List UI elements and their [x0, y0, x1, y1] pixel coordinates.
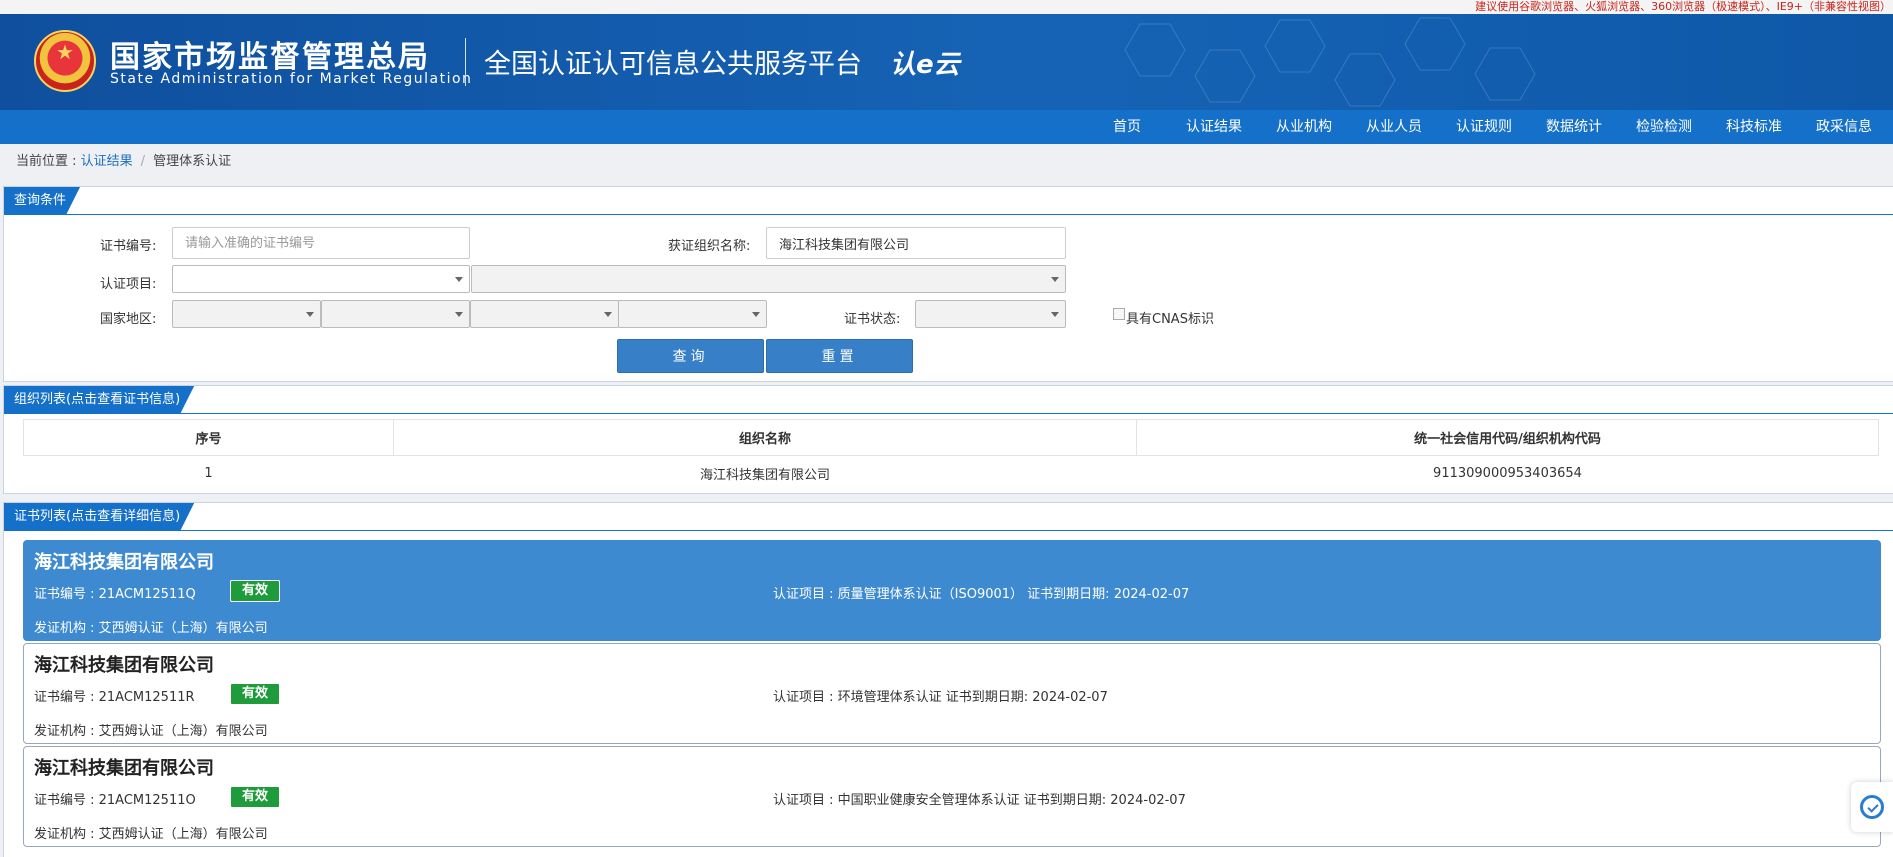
- site-header: ★ 国家市场监督管理总局 State Administration for Ma…: [0, 14, 1893, 110]
- cert-issuer: 发证机构 : 艾西姆认证（上海）有限公司: [34, 724, 268, 739]
- chevron-down-icon: [455, 312, 463, 317]
- chevron-down-icon: [1051, 277, 1059, 282]
- cnas-label: 具有CNAS标识: [1126, 312, 1214, 327]
- status-badge: 有效: [230, 786, 280, 808]
- project-select[interactable]: [172, 265, 470, 293]
- cert-org-name: 海江科技集团有限公司: [34, 758, 214, 779]
- cert-card[interactable]: 海江科技集团有限公司 证书编号 : 21ACM12511Q 有效 认证项目 : …: [23, 540, 1881, 641]
- cert-issuer: 发证机构 : 艾西姆认证（上海）有限公司: [34, 827, 268, 842]
- cert-project: 认证项目 : 环境管理体系认证 证书到期日期: 2024-02-07: [773, 690, 1108, 705]
- cert-no-label: 证书编号:: [100, 239, 157, 254]
- chevron-down-icon: [1051, 312, 1059, 317]
- breadcrumb: 当前位置 : 认证结果 / 管理体系认证: [16, 150, 231, 169]
- chevron-down-icon: [752, 312, 760, 317]
- project-subselect[interactable]: [471, 265, 1066, 293]
- breadcrumb-current: 管理体系认证: [153, 154, 232, 169]
- cnas-checkbox[interactable]: [1113, 308, 1125, 320]
- region-label: 国家地区:: [100, 312, 157, 327]
- nav-home[interactable]: 首页: [1085, 110, 1169, 144]
- org-name-input[interactable]: [766, 227, 1066, 259]
- query-panel-header: 查询条件: [4, 187, 1893, 215]
- chevron-down-icon: [604, 312, 612, 317]
- cert-card[interactable]: 海江科技集团有限公司 证书编号 : 21ACM12511O 有效 认证项目 : …: [23, 746, 1881, 847]
- search-button[interactable]: 查询: [617, 339, 764, 373]
- nav-inspection[interactable]: 检验检测: [1619, 110, 1709, 144]
- nav-procurement[interactable]: 政采信息: [1799, 110, 1889, 144]
- col-credit-code: 统一社会信用代码/组织机构代码: [1136, 419, 1879, 456]
- cert-list-header: 证书列表(点击查看详细信息): [4, 503, 1893, 531]
- breadcrumb-separator: /: [140, 154, 146, 169]
- status-badge: 有效: [230, 580, 280, 602]
- nav-cert-rules[interactable]: 认证规则: [1439, 110, 1529, 144]
- platform-title: 全国认证认可信息公共服务平台: [484, 49, 862, 80]
- nav-institutions[interactable]: 从业机构: [1259, 110, 1349, 144]
- row-org-name[interactable]: 海江科技集团有限公司: [394, 456, 1137, 492]
- cert-project: 认证项目 : 质量管理体系认证（ISO9001） 证书到期日期: 2024-02…: [773, 587, 1190, 602]
- org-list-title: 组织列表(点击查看证书信息): [4, 386, 194, 414]
- main-nav: 首页 认证结果 从业机构 从业人员 认证规则 数据统计 检验检测 科技标准 政采…: [0, 110, 1893, 144]
- row-credit-code: 911309000953403654: [1433, 466, 1582, 482]
- status-label: 证书状态:: [844, 312, 901, 327]
- national-emblem-icon: ★: [34, 30, 96, 92]
- status-select[interactable]: [915, 300, 1066, 328]
- col-index: 序号: [23, 419, 394, 456]
- region-select-1[interactable]: [172, 300, 321, 328]
- row-index: 1: [204, 466, 213, 482]
- header-divider: [465, 38, 466, 86]
- region-select-3[interactable]: [470, 300, 619, 328]
- org-list-panel: 组织列表(点击查看证书信息) 序号 组织名称 统一社会信用代码/组织机构代码 1…: [3, 385, 1893, 494]
- query-panel-title: 查询条件: [4, 187, 80, 215]
- cert-number: 证书编号 : 21ACM12511R: [34, 690, 195, 705]
- breadcrumb-link[interactable]: 认证结果: [81, 154, 133, 169]
- browser-notice: 建议使用谷歌浏览器、火狐浏览器、360浏览器（极速模式）、IE9+（非兼容性视图…: [0, 0, 1893, 14]
- refresh-check-icon: [1860, 795, 1884, 819]
- nav-personnel[interactable]: 从业人员: [1349, 110, 1439, 144]
- status-badge: 有效: [230, 683, 280, 705]
- cert-list-panel: 证书列表(点击查看详细信息) 海江科技集团有限公司 证书编号 : 21ACM12…: [3, 502, 1893, 857]
- chevron-down-icon: [455, 277, 463, 282]
- hexagon-decoration: [1124, 17, 1536, 107]
- cert-list-title: 证书列表(点击查看详细信息): [4, 503, 194, 531]
- breadcrumb-prefix: 当前位置 :: [16, 154, 81, 169]
- region-select-4[interactable]: [618, 300, 767, 328]
- cert-card[interactable]: 海江科技集团有限公司 证书编号 : 21ACM12511R 有效 认证项目 : …: [23, 643, 1881, 744]
- org-name-cn: 国家市场监督管理总局: [110, 40, 430, 75]
- cert-no-input[interactable]: [172, 227, 470, 259]
- region-select-2[interactable]: [321, 300, 470, 328]
- nav-cert-results[interactable]: 认证结果: [1169, 110, 1259, 144]
- cert-org-name: 海江科技集团有限公司: [34, 552, 214, 573]
- chevron-down-icon: [306, 312, 314, 317]
- reset-button[interactable]: 重置: [766, 339, 913, 373]
- col-org-name: 组织名称: [393, 419, 1137, 456]
- table-row[interactable]: 1 海江科技集团有限公司 911309000953403654: [24, 456, 1879, 492]
- nav-standards[interactable]: 科技标准: [1709, 110, 1799, 144]
- renyun-logo[interactable]: 认e云: [890, 44, 960, 81]
- cert-org-name: 海江科技集团有限公司: [34, 655, 214, 676]
- org-table: 序号 组织名称 统一社会信用代码/组织机构代码 1 海江科技集团有限公司 911…: [23, 419, 1879, 492]
- cert-number: 证书编号 : 21ACM12511Q: [34, 587, 196, 602]
- nav-statistics[interactable]: 数据统计: [1529, 110, 1619, 144]
- query-panel: 查询条件 证书编号: 获证组织名称: 认证项目: 国家地区: 证书状态: 具有C…: [3, 186, 1893, 382]
- org-name-en: State Administration for Market Regulati…: [110, 71, 473, 87]
- floating-helper-button[interactable]: [1851, 782, 1893, 832]
- org-list-header: 组织列表(点击查看证书信息): [4, 386, 1893, 414]
- cert-issuer: 发证机构 : 艾西姆认证（上海）有限公司: [34, 621, 268, 636]
- cert-project: 认证项目 : 中国职业健康安全管理体系认证 证书到期日期: 2024-02-07: [773, 793, 1186, 808]
- org-name-label: 获证组织名称:: [668, 239, 751, 254]
- project-label: 认证项目:: [100, 277, 157, 292]
- cert-number: 证书编号 : 21ACM12511O: [34, 793, 196, 808]
